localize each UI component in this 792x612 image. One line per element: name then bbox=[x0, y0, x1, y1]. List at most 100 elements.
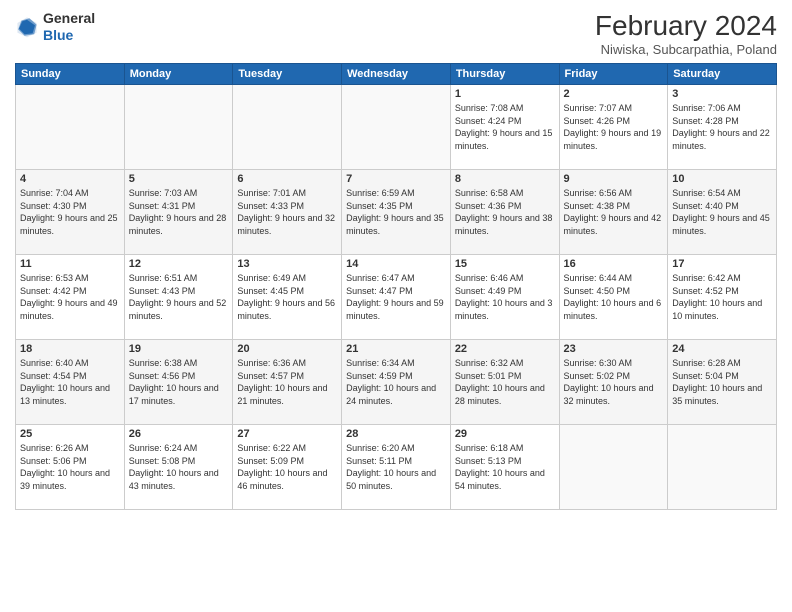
week-row-3: 11Sunrise: 6:53 AM Sunset: 4:42 PM Dayli… bbox=[16, 255, 777, 340]
day-info: Sunrise: 6:58 AM Sunset: 4:36 PM Dayligh… bbox=[455, 187, 555, 237]
day-number: 5 bbox=[129, 173, 229, 185]
day-number: 17 bbox=[672, 258, 772, 270]
logo-blue: Blue bbox=[43, 27, 73, 43]
day-info: Sunrise: 6:28 AM Sunset: 5:04 PM Dayligh… bbox=[672, 357, 772, 407]
header-row: SundayMondayTuesdayWednesdayThursdayFrid… bbox=[16, 64, 777, 85]
day-number: 21 bbox=[346, 343, 446, 355]
day-number: 13 bbox=[237, 258, 337, 270]
calendar-cell: 12 Sunrise: 6:51 AM Sunset: 4:43 PM Dayli… bbox=[124, 255, 233, 340]
day-number: 15 bbox=[455, 258, 555, 270]
day-info: Sunrise: 7:03 AM Sunset: 4:31 PM Dayligh… bbox=[129, 187, 229, 237]
day-info: Sunrise: 7:08 AM Sunset: 4:24 PM Dayligh… bbox=[455, 102, 555, 152]
day-number: 9 bbox=[564, 173, 664, 185]
day-number: 18 bbox=[20, 343, 120, 355]
header: General Blue February 2024 Niwiska, Subc… bbox=[15, 10, 777, 57]
calendar-cell: 16Sunrise: 6:44 AM Sunset: 4:50 PM Dayli… bbox=[559, 255, 668, 340]
day-number: 8 bbox=[455, 173, 555, 185]
calendar-cell bbox=[124, 85, 233, 170]
day-info: Sunrise: 6:26 AM Sunset: 5:06 PM Dayligh… bbox=[20, 442, 120, 492]
calendar-cell bbox=[342, 85, 451, 170]
day-number: 28 bbox=[346, 428, 446, 440]
calendar-cell: 5 Sunrise: 7:03 AM Sunset: 4:31 PM Daylig… bbox=[124, 170, 233, 255]
calendar-cell: 1 Sunrise: 7:08 AM Sunset: 4:24 PM Daylig… bbox=[450, 85, 559, 170]
day-info: Sunrise: 6:46 AM Sunset: 4:49 PM Dayligh… bbox=[455, 272, 555, 322]
calendar-table: SundayMondayTuesdayWednesdayThursdayFrid… bbox=[15, 63, 777, 510]
calendar-cell: 27 Sunrise: 6:22 AM Sunset: 5:09 PM Dayli… bbox=[233, 425, 342, 510]
calendar-cell: 8 Sunrise: 6:58 AM Sunset: 4:36 PM Daylig… bbox=[450, 170, 559, 255]
calendar-cell: 11Sunrise: 6:53 AM Sunset: 4:42 PM Dayli… bbox=[16, 255, 125, 340]
day-number: 2 bbox=[564, 88, 664, 100]
title-area: February 2024 Niwiska, Subcarpathia, Pol… bbox=[595, 10, 777, 57]
day-number: 14 bbox=[346, 258, 446, 270]
day-number: 12 bbox=[129, 258, 229, 270]
day-number: 1 bbox=[455, 88, 555, 100]
calendar-cell: 28 Sunrise: 6:20 AM Sunset: 5:11 PM Dayli… bbox=[342, 425, 451, 510]
calendar-cell: 24 Sunrise: 6:28 AM Sunset: 5:04 PM Dayli… bbox=[668, 340, 777, 425]
day-info: Sunrise: 6:38 AM Sunset: 4:56 PM Dayligh… bbox=[129, 357, 229, 407]
day-info: Sunrise: 7:06 AM Sunset: 4:28 PM Dayligh… bbox=[672, 102, 772, 152]
calendar-cell bbox=[559, 425, 668, 510]
logo-icon bbox=[15, 15, 39, 39]
page: General Blue February 2024 Niwiska, Subc… bbox=[0, 0, 792, 612]
calendar-cell bbox=[16, 85, 125, 170]
day-number: 16 bbox=[564, 258, 664, 270]
day-number: 3 bbox=[672, 88, 772, 100]
day-number: 22 bbox=[455, 343, 555, 355]
day-number: 24 bbox=[672, 343, 772, 355]
calendar-cell: 2 Sunrise: 7:07 AM Sunset: 4:26 PM Daylig… bbox=[559, 85, 668, 170]
day-info: Sunrise: 6:49 AM Sunset: 4:45 PM Dayligh… bbox=[237, 272, 337, 322]
week-row-5: 25 Sunrise: 6:26 AM Sunset: 5:06 PM Dayli… bbox=[16, 425, 777, 510]
day-info: Sunrise: 6:36 AM Sunset: 4:57 PM Dayligh… bbox=[237, 357, 337, 407]
day-header-tuesday: Tuesday bbox=[233, 64, 342, 85]
day-header-thursday: Thursday bbox=[450, 64, 559, 85]
day-info: Sunrise: 7:01 AM Sunset: 4:33 PM Dayligh… bbox=[237, 187, 337, 237]
day-header-saturday: Saturday bbox=[668, 64, 777, 85]
calendar-cell bbox=[233, 85, 342, 170]
day-number: 6 bbox=[237, 173, 337, 185]
calendar-cell: 9 Sunrise: 6:56 AM Sunset: 4:38 PM Daylig… bbox=[559, 170, 668, 255]
day-number: 7 bbox=[346, 173, 446, 185]
calendar-cell: 13 Sunrise: 6:49 AM Sunset: 4:45 PM Dayli… bbox=[233, 255, 342, 340]
month-title: February 2024 bbox=[595, 10, 777, 42]
calendar-cell: 19 Sunrise: 6:38 AM Sunset: 4:56 PM Dayli… bbox=[124, 340, 233, 425]
calendar-cell: 25 Sunrise: 6:26 AM Sunset: 5:06 PM Dayli… bbox=[16, 425, 125, 510]
day-info: Sunrise: 6:24 AM Sunset: 5:08 PM Dayligh… bbox=[129, 442, 229, 492]
day-info: Sunrise: 7:07 AM Sunset: 4:26 PM Dayligh… bbox=[564, 102, 664, 152]
day-number: 25 bbox=[20, 428, 120, 440]
day-info: Sunrise: 6:40 AM Sunset: 4:54 PM Dayligh… bbox=[20, 357, 120, 407]
day-info: Sunrise: 6:47 AM Sunset: 4:47 PM Dayligh… bbox=[346, 272, 446, 322]
week-row-1: 1 Sunrise: 7:08 AM Sunset: 4:24 PM Daylig… bbox=[16, 85, 777, 170]
day-info: Sunrise: 6:22 AM Sunset: 5:09 PM Dayligh… bbox=[237, 442, 337, 492]
day-number: 29 bbox=[455, 428, 555, 440]
day-info: Sunrise: 6:42 AM Sunset: 4:52 PM Dayligh… bbox=[672, 272, 772, 322]
day-info: Sunrise: 7:04 AM Sunset: 4:30 PM Dayligh… bbox=[20, 187, 120, 237]
day-info: Sunrise: 6:34 AM Sunset: 4:59 PM Dayligh… bbox=[346, 357, 446, 407]
day-number: 27 bbox=[237, 428, 337, 440]
calendar-cell: 3 Sunrise: 7:06 AM Sunset: 4:28 PM Daylig… bbox=[668, 85, 777, 170]
calendar-cell: 14 Sunrise: 6:47 AM Sunset: 4:47 PM Dayli… bbox=[342, 255, 451, 340]
day-info: Sunrise: 6:56 AM Sunset: 4:38 PM Dayligh… bbox=[564, 187, 664, 237]
calendar-cell: 4 Sunrise: 7:04 AM Sunset: 4:30 PM Daylig… bbox=[16, 170, 125, 255]
day-info: Sunrise: 6:18 AM Sunset: 5:13 PM Dayligh… bbox=[455, 442, 555, 492]
day-number: 19 bbox=[129, 343, 229, 355]
logo: General Blue bbox=[15, 10, 95, 44]
day-number: 4 bbox=[20, 173, 120, 185]
calendar-cell: 23 Sunrise: 6:30 AM Sunset: 5:02 PM Dayli… bbox=[559, 340, 668, 425]
day-info: Sunrise: 6:53 AM Sunset: 4:42 PM Dayligh… bbox=[20, 272, 120, 322]
day-number: 10 bbox=[672, 173, 772, 185]
day-number: 20 bbox=[237, 343, 337, 355]
calendar-cell: 18 Sunrise: 6:40 AM Sunset: 4:54 PM Dayli… bbox=[16, 340, 125, 425]
day-info: Sunrise: 6:54 AM Sunset: 4:40 PM Dayligh… bbox=[672, 187, 772, 237]
day-header-sunday: Sunday bbox=[16, 64, 125, 85]
day-info: Sunrise: 6:20 AM Sunset: 5:11 PM Dayligh… bbox=[346, 442, 446, 492]
day-info: Sunrise: 6:30 AM Sunset: 5:02 PM Dayligh… bbox=[564, 357, 664, 407]
week-row-2: 4 Sunrise: 7:04 AM Sunset: 4:30 PM Daylig… bbox=[16, 170, 777, 255]
calendar-cell: 10 Sunrise: 6:54 AM Sunset: 4:40 PM Dayli… bbox=[668, 170, 777, 255]
day-info: Sunrise: 6:51 AM Sunset: 4:43 PM Dayligh… bbox=[129, 272, 229, 322]
day-header-monday: Monday bbox=[124, 64, 233, 85]
day-number: 23 bbox=[564, 343, 664, 355]
calendar-cell: 29 Sunrise: 6:18 AM Sunset: 5:13 PM Dayli… bbox=[450, 425, 559, 510]
calendar-cell: 17 Sunrise: 6:42 AM Sunset: 4:52 PM Dayli… bbox=[668, 255, 777, 340]
week-row-4: 18 Sunrise: 6:40 AM Sunset: 4:54 PM Dayli… bbox=[16, 340, 777, 425]
day-info: Sunrise: 6:59 AM Sunset: 4:35 PM Dayligh… bbox=[346, 187, 446, 237]
